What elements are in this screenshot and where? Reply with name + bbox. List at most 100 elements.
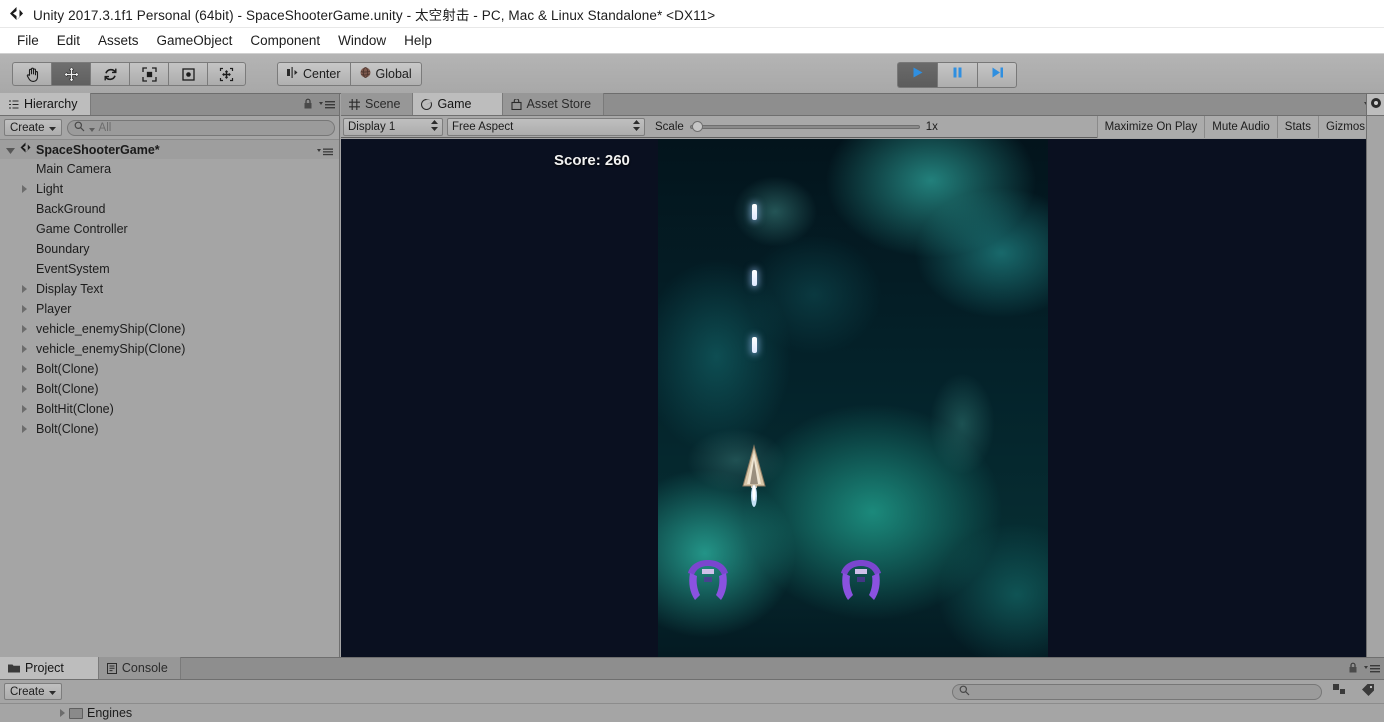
expanded-arrow-icon[interactable] xyxy=(6,141,15,159)
hierarchy-item[interactable]: vehicle_enemyShip(Clone) xyxy=(0,319,339,339)
hierarchy-item[interactable]: Bolt(Clone) xyxy=(0,359,339,379)
hierarchy-scene-root[interactable]: SpaceShooterGame* xyxy=(0,140,339,159)
play-button[interactable] xyxy=(897,62,937,88)
step-button[interactable] xyxy=(977,62,1017,88)
aspect-dropdown[interactable]: Free Aspect xyxy=(447,117,645,136)
expand-arrow-icon[interactable] xyxy=(22,405,27,413)
hierarchy-create-button[interactable]: Create xyxy=(4,119,62,136)
tab-asset-store-label: Asset Store xyxy=(526,97,592,111)
tab-scene-label: Scene xyxy=(365,97,401,111)
scale-slider[interactable] xyxy=(689,121,920,133)
project-search-input[interactable] xyxy=(952,683,1322,700)
tab-inspector[interactable] xyxy=(1367,94,1384,116)
search-icon xyxy=(74,119,85,137)
expand-arrow-icon[interactable] xyxy=(22,285,27,293)
menu-assets[interactable]: Assets xyxy=(89,31,148,50)
project-item[interactable]: Engines xyxy=(0,704,1384,722)
unity-scene-icon xyxy=(19,141,32,159)
tab-scene[interactable]: Scene xyxy=(341,93,414,115)
expand-arrow-icon[interactable] xyxy=(22,385,27,393)
hierarchy-item[interactable]: EventSystem xyxy=(0,259,339,279)
hierarchy-item[interactable]: Game Controller xyxy=(0,219,339,239)
display-dropdown-label: Display 1 xyxy=(348,120,396,133)
hierarchy-item-label: vehicle_enemyShip(Clone) xyxy=(36,342,186,356)
scale-slider-group[interactable]: Scale 1x xyxy=(655,121,938,133)
tab-console[interactable]: Console xyxy=(98,657,181,679)
hierarchy-subbar: Create All xyxy=(0,116,339,140)
menu-edit[interactable]: Edit xyxy=(48,31,89,50)
menu-file[interactable]: File xyxy=(8,31,48,50)
enemy-ship xyxy=(837,557,885,603)
hierarchy-item-label: Bolt(Clone) xyxy=(36,362,99,376)
game-view-render[interactable]: Score: 260 xyxy=(341,139,1384,657)
menu-gameobject[interactable]: GameObject xyxy=(148,31,242,50)
inspector-icon xyxy=(1370,96,1382,114)
hierarchy-item[interactable]: Bolt(Clone) xyxy=(0,419,339,439)
hand-tool-button[interactable] xyxy=(12,62,51,86)
tab-game[interactable]: Game xyxy=(413,93,503,115)
expand-arrow-icon[interactable] xyxy=(60,709,65,717)
expand-arrow-icon[interactable] xyxy=(22,325,27,333)
scale-value: 1x xyxy=(925,120,938,133)
hierarchy-item-label: Player xyxy=(36,302,72,316)
bolt-projectile xyxy=(752,270,757,286)
unity-logo-icon xyxy=(8,5,25,22)
pivot-rotation-button[interactable]: Global xyxy=(349,62,422,86)
hierarchy-item[interactable]: Light xyxy=(0,179,339,199)
stats-toggle[interactable]: Stats xyxy=(1276,115,1319,138)
menu-help[interactable]: Help xyxy=(395,31,441,50)
panel-menu-icon[interactable] xyxy=(319,97,335,115)
hierarchy-item-label: Bolt(Clone) xyxy=(36,382,99,396)
move-tool-button[interactable] xyxy=(51,62,90,86)
scale-slider-thumb[interactable] xyxy=(691,121,703,132)
panel-menu-icon[interactable] xyxy=(1364,661,1380,679)
hierarchy-item[interactable]: Player xyxy=(0,299,339,319)
tab-project[interactable]: Project xyxy=(0,657,99,679)
expand-arrow-icon[interactable] xyxy=(22,305,27,313)
tab-hierarchy[interactable]: Hierarchy xyxy=(0,93,91,115)
scale-icon xyxy=(141,66,158,83)
lock-icon[interactable] xyxy=(303,97,313,115)
project-folder-icon xyxy=(8,663,20,673)
updown-arrows-icon xyxy=(633,119,640,134)
project-create-button[interactable]: Create xyxy=(4,683,62,700)
hierarchy-item[interactable]: BackGround xyxy=(0,199,339,219)
aspect-dropdown-label: Free Aspect xyxy=(452,120,514,133)
expand-arrow-icon[interactable] xyxy=(22,425,27,433)
pivot-mode-button[interactable]: Center xyxy=(277,62,350,86)
hierarchy-item-label: Boundary xyxy=(36,242,90,256)
hierarchy-item-label: Game Controller xyxy=(36,222,128,236)
chevron-down-icon xyxy=(48,122,56,134)
hierarchy-item[interactable]: Main Camera xyxy=(0,159,339,179)
transform-tool-button[interactable] xyxy=(207,62,246,86)
scene-grid-icon xyxy=(349,98,360,110)
maximize-on-play-toggle[interactable]: Maximize On Play xyxy=(1096,115,1205,138)
hierarchy-item[interactable]: Boundary xyxy=(0,239,339,259)
expand-arrow-icon[interactable] xyxy=(22,185,27,193)
tab-asset-store[interactable]: Asset Store xyxy=(502,93,605,115)
main-toolbar: Center Global xyxy=(0,54,1384,94)
hierarchy-item-label: BoltHit(Clone) xyxy=(36,402,114,416)
tab-console-label: Console xyxy=(121,661,168,675)
expand-arrow-icon[interactable] xyxy=(22,345,27,353)
scale-tool-button[interactable] xyxy=(129,62,168,86)
hierarchy-item[interactable]: vehicle_enemyShip(Clone) xyxy=(0,339,339,359)
rect-tool-button[interactable] xyxy=(168,62,207,86)
lock-icon[interactable] xyxy=(1348,661,1358,679)
menu-component[interactable]: Component xyxy=(241,31,329,50)
hierarchy-search-input[interactable]: All xyxy=(66,119,335,137)
hierarchy-item[interactable]: Display Text xyxy=(0,279,339,299)
hierarchy-tab-icons xyxy=(303,97,335,115)
project-tabrow: Project Console xyxy=(0,657,1384,680)
filter-by-type-icon[interactable] xyxy=(1327,683,1351,701)
expand-arrow-icon[interactable] xyxy=(22,365,27,373)
pause-button[interactable] xyxy=(937,62,977,88)
rect-transform-icon xyxy=(180,66,197,83)
rotate-tool-button[interactable] xyxy=(90,62,129,86)
filter-by-label-icon[interactable] xyxy=(1356,683,1380,701)
mute-audio-toggle[interactable]: Mute Audio xyxy=(1204,115,1277,138)
menu-window[interactable]: Window xyxy=(329,31,395,50)
hierarchy-item[interactable]: Bolt(Clone) xyxy=(0,379,339,399)
display-dropdown[interactable]: Display 1 xyxy=(343,117,443,136)
hierarchy-item[interactable]: BoltHit(Clone) xyxy=(0,399,339,419)
